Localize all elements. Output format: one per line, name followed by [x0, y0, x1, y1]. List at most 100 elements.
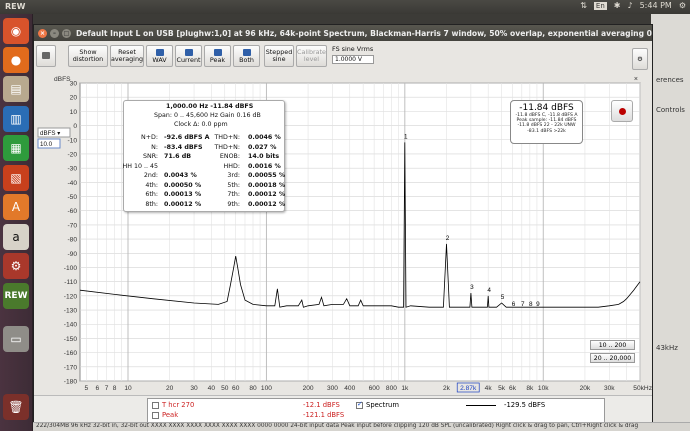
legend-row-spectrum[interactable]: Spectrum — [356, 400, 399, 409]
fs-sine-select[interactable]: 1.0000 V — [332, 55, 374, 64]
y-tick-label: 20 — [70, 95, 78, 102]
status-text: 222/304MB 96 kHz 32-bit in, 32-bit out X… — [36, 423, 639, 429]
calibrate-level-label: Calibrate level — [297, 48, 326, 63]
y-tick-label: -150 — [64, 336, 78, 343]
spectrum-checkbox[interactable] — [356, 400, 363, 409]
volume-icon[interactable]: ♪ — [627, 1, 632, 10]
peak-button[interactable]: Peak — [204, 45, 231, 67]
bluetooth-icon[interactable]: ✱ — [614, 1, 621, 10]
network-icon[interactable]: ⇅ — [580, 1, 587, 10]
rew-icon[interactable]: REW — [3, 283, 29, 309]
camera-button[interactable] — [36, 45, 56, 67]
peak-checkbox[interactable] — [152, 411, 159, 419]
calc-icon[interactable]: ▦ — [3, 135, 29, 161]
x-tick-label: 5 — [84, 385, 88, 392]
x-tick-label: 100 — [261, 385, 272, 392]
reset-averaging-button[interactable]: Reset averaging — [110, 45, 144, 67]
record-button[interactable] — [611, 100, 633, 122]
harmonic-label: 8 — [529, 301, 533, 308]
save-icon — [155, 48, 164, 56]
toolbar: Show distortion Reset averaging WAV Curr… — [34, 41, 652, 71]
x-tick-label: 20k — [580, 385, 591, 392]
minimize-icon[interactable]: – — [50, 28, 59, 38]
writer-icon[interactable]: ▥ — [3, 106, 29, 132]
y-tick-label: -60 — [67, 208, 77, 215]
stats-cell: 8th: — [145, 200, 158, 208]
y-tick-label: -130 — [64, 308, 78, 315]
stepped-sine-button[interactable]: Stepped sine — [264, 45, 294, 67]
fs-sine-control: FS sine Vrms 1.0000 V — [332, 45, 374, 64]
firefox-icon[interactable]: ● — [3, 47, 29, 73]
app-name: REW — [5, 2, 26, 11]
harmonic-label: 3 — [470, 284, 474, 291]
x-tick-label: 20 — [166, 385, 174, 392]
y-tick-label: -30 — [67, 166, 77, 173]
launcher: ◉ ● ▤ ▥ ▦ ▧ A a ⚙ REW ▭ 🗑 — [0, 14, 33, 431]
harmonic-label: 1 — [404, 133, 408, 140]
bg-label-preferences: erences — [656, 76, 684, 84]
keyboard-layout[interactable]: En — [593, 1, 607, 10]
window-title: Default Input L on USB [plughw:1,0] at 9… — [76, 28, 652, 38]
drive-icon[interactable]: ▭ — [3, 326, 29, 352]
show-distortion-button[interactable]: Show distortion — [68, 45, 108, 67]
settings-gear-icon[interactable]: ⚙ — [679, 1, 686, 10]
gear-button[interactable]: ⚙ — [632, 48, 648, 70]
stats-cell: THD+N: — [214, 134, 240, 141]
background-window: erences Controls 43kHz — [651, 14, 690, 431]
software-center-icon[interactable]: A — [3, 194, 29, 220]
distortion-stats-panel: 1,000.00 Hz -11.84 dBFS Span: 0 .. 45,60… — [122, 100, 286, 212]
x-tick-label: 800 — [386, 385, 397, 392]
y-tick-label: 10 — [70, 109, 78, 116]
ubuntu-dash-icon[interactable]: ◉ — [3, 18, 29, 44]
x-tick-label: 80 — [249, 385, 257, 392]
clock[interactable]: 5:44 PM — [640, 1, 672, 10]
y-tick-label: -100 — [64, 265, 78, 272]
close-icon[interactable]: × — [38, 28, 47, 38]
legend-row-thd[interactable]: T hcr 270 — [152, 401, 194, 409]
impress-icon[interactable]: ▧ — [3, 165, 29, 191]
thd-checkbox[interactable] — [152, 401, 159, 409]
maximize-icon[interactable]: □ — [62, 28, 71, 38]
save-icon — [242, 48, 251, 56]
y-tick-label: -170 — [64, 364, 78, 371]
legend-strip: T hcr 270 -12.1 dBFS Peak -121.1 dBFS Sp… — [34, 395, 652, 425]
x-tick-label: 6k — [509, 385, 517, 392]
x-tick-label: 30k — [604, 385, 615, 392]
range-button-10-200[interactable]: 10 .. 200 — [590, 340, 635, 350]
harmonic-label: 5 — [501, 294, 505, 301]
record-icon — [618, 107, 626, 115]
x-tick-label: 10 — [124, 385, 132, 392]
stats-cell: HHD: — [223, 162, 240, 170]
stepped-sine-label: Stepped sine — [265, 48, 293, 63]
stats-cell: -83.4 dBFS — [164, 143, 203, 151]
close-icon[interactable]: × — [634, 76, 638, 83]
legend-row-peak[interactable]: Peak — [152, 411, 178, 419]
current-button[interactable]: Current — [175, 45, 202, 67]
x-tick-label: 1k — [401, 385, 409, 392]
spectrum-plot[interactable]: 30 20 10 0 -10 -20 -30 -40 -50 -60 -70 -80 -90 -100 -1… — [34, 72, 652, 395]
x-tick-label: 50kHz — [633, 385, 652, 392]
stats-cell: 14.0 bits — [248, 153, 280, 160]
y-tick-label: -50 — [67, 194, 77, 201]
x-tick-label: 4k — [485, 385, 493, 392]
top-panel: REW ⇅ En ✱ ♪ 5:44 PM ⚙ — [0, 0, 690, 14]
range-button-20-20000[interactable]: 20 .. 20,000 — [590, 353, 635, 363]
camera-icon — [42, 52, 50, 59]
stats-cell: 6th: — [145, 191, 158, 198]
system-settings-icon[interactable]: ⚙ — [3, 253, 29, 279]
wav-label: WAV — [152, 55, 167, 64]
bg-label-rate: 43kHz — [656, 344, 678, 352]
both-button[interactable]: Both — [233, 45, 260, 67]
calibrate-level-button[interactable]: Calibrate level — [296, 45, 327, 67]
window-titlebar[interactable]: × – □ Default Input L on USB [plughw:1,0… — [34, 25, 652, 41]
legend-peak-label: Peak — [162, 411, 179, 419]
level-readout-line4: -83.1 dBFS >22k — [527, 128, 566, 134]
stats-cell: 0.00018 % — [248, 181, 286, 189]
trash-icon[interactable]: 🗑 — [3, 394, 29, 420]
stats-cell: 0.00012 % — [164, 200, 202, 208]
files-icon[interactable]: ▤ — [3, 76, 29, 102]
stats-cell: 0.027 % — [248, 143, 277, 151]
wav-button[interactable]: WAV — [146, 45, 173, 67]
harmonic-label: 9 — [536, 301, 540, 308]
amazon-icon[interactable]: a — [3, 224, 29, 250]
